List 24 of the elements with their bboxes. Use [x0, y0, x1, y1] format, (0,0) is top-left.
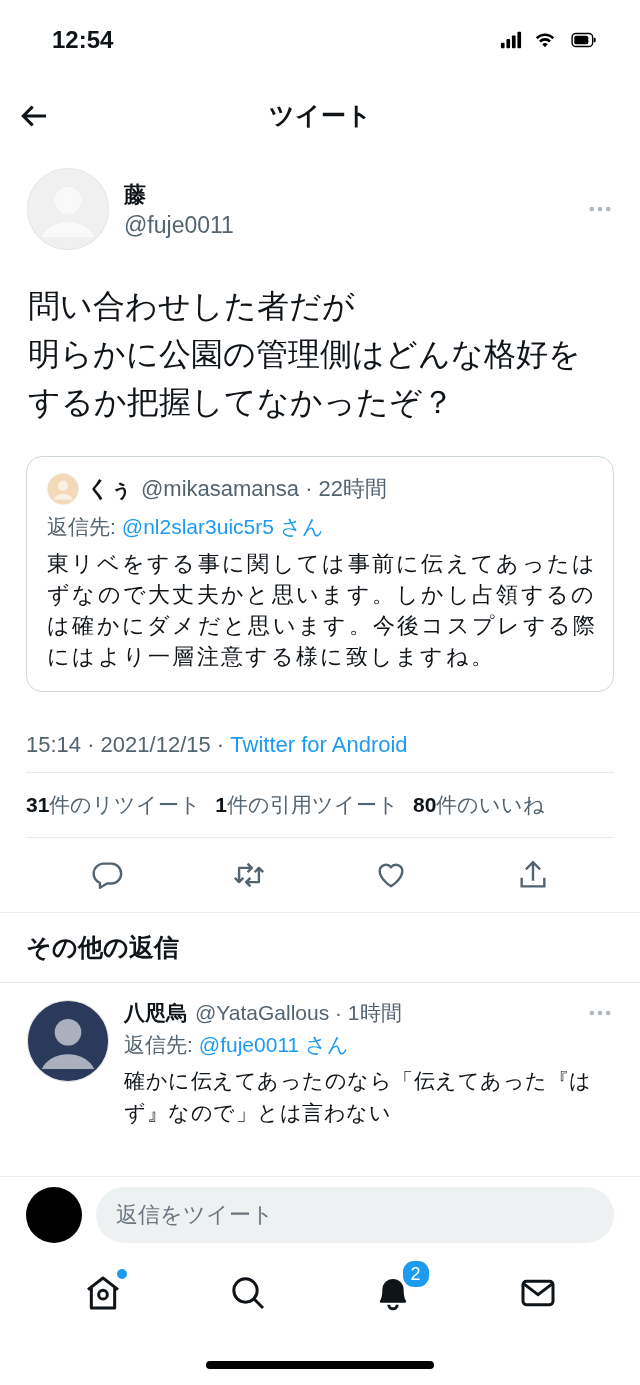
tweet-timestamp: 15:14 · 2021/12/15 · [26, 732, 226, 758]
stat-count[interactable]: 80件のいいね [413, 791, 546, 819]
quoted-tweet-text: 東リベをする事に関しては事前に伝えてあったはずなので大丈夫かと思います。しかし占領するのは確かにダメだと思います。今後コスプレする際にはより一層注意する様に致しますね。 [47, 551, 599, 671]
avatar-image[interactable] [26, 999, 110, 1083]
author-name: 藤 [124, 180, 147, 209]
tweet-text: 明らかに公園の管理側はどんな格好をするか把握してなかったぞ？ [28, 335, 582, 422]
author-name: 八咫烏 [124, 1000, 187, 1026]
tweet-text: 問い合わせした者だが [28, 287, 356, 326]
stat-count[interactable]: 1件の引用ツイート [215, 791, 400, 819]
reply-label: 返信先: [124, 1032, 193, 1058]
author-handle: @fuje0011 [124, 211, 235, 239]
section-title: その他の返信 [0, 912, 640, 983]
user-avatar[interactable] [26, 1187, 82, 1243]
author-handle: @YataGallous · 1時間 [195, 1000, 403, 1026]
reply-label: 返信先: [47, 514, 116, 540]
reply-input[interactable]: 返信をツイート [96, 1187, 614, 1243]
signal-icon [498, 29, 524, 51]
author-handle: @mikasamansa · 22時間 [141, 475, 388, 503]
notification-count: 2 [400, 1259, 431, 1289]
reply-text: 確かに伝えてあったのなら「伝えてあった『はず』なので」とは言わない [124, 1068, 593, 1126]
author-name: くぅ [87, 475, 133, 503]
page-title: ツイート [268, 99, 372, 131]
stat-count[interactable]: 31件のリツイート [26, 791, 202, 819]
status-time: 12:54 [52, 26, 114, 54]
